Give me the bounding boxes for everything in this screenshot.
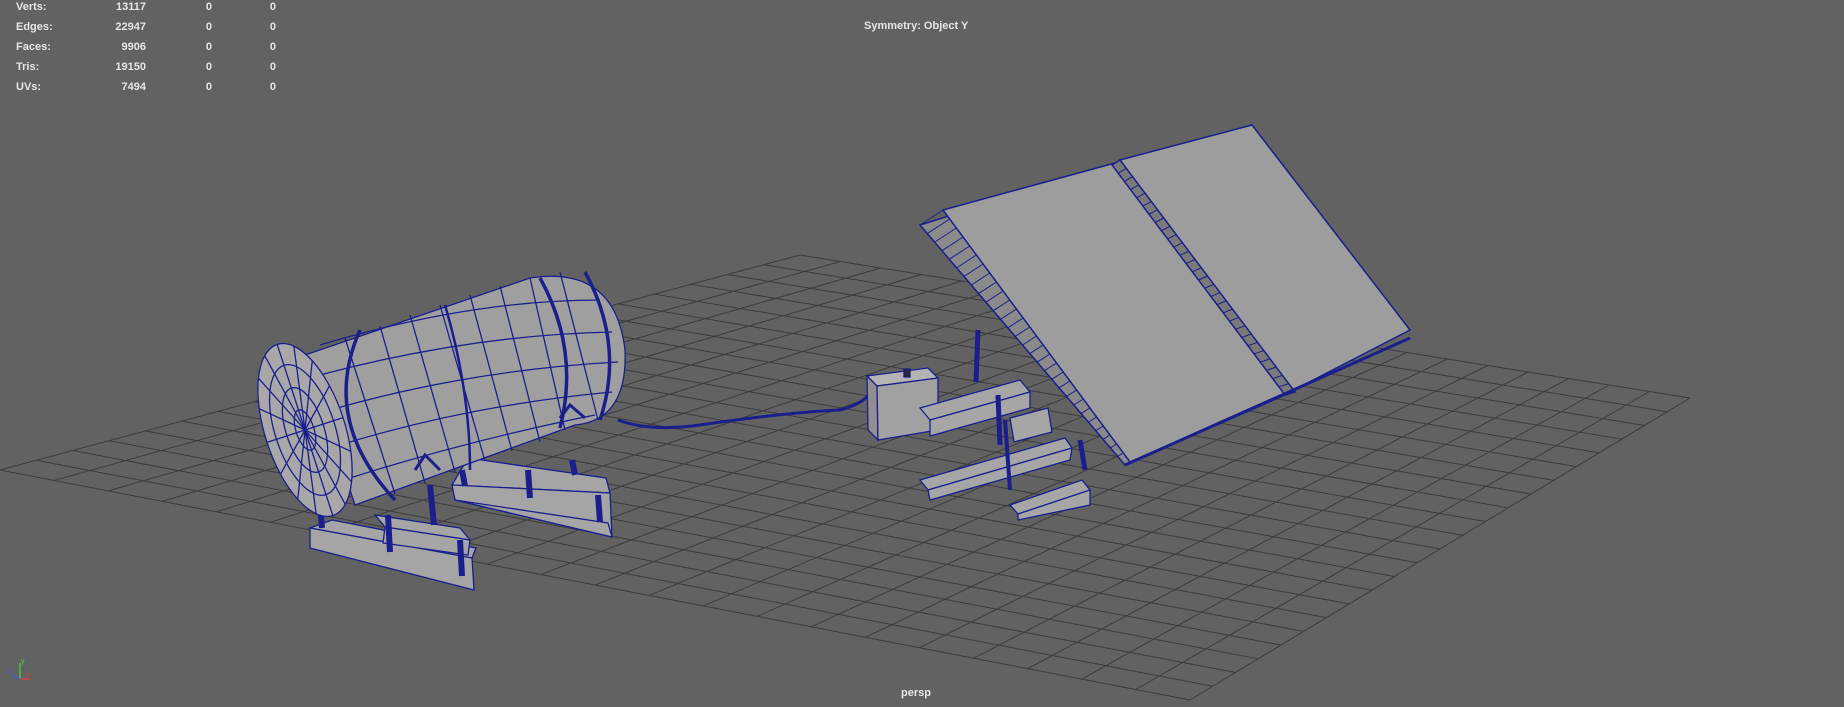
hud-components: 0	[269, 41, 276, 53]
hud-components: 0	[269, 61, 276, 73]
camera-name-label: persp	[901, 687, 931, 699]
axis-x-label: x	[26, 672, 30, 679]
axis-gizmo-icon: y z x	[8, 658, 30, 680]
tank-stand-back[interactable]	[427, 457, 613, 538]
hud-components: 0	[269, 81, 276, 93]
grid-line	[1135, 391, 1650, 690]
hud-components: 0	[269, 21, 276, 33]
axis-y-label: y	[21, 658, 25, 665]
ground-grid	[0, 254, 1691, 701]
axis-z-label: z	[8, 668, 12, 675]
scene-canvas[interactable]	[0, 0, 1844, 707]
controller-box[interactable]	[865, 367, 940, 442]
3d-viewport[interactable]: Verts: 13117 0 0 Edges: 22947 0 0 Faces:…	[0, 0, 1844, 707]
symmetry-label: Symmetry: Object Y	[864, 20, 969, 32]
hud-components: 0	[269, 1, 276, 13]
